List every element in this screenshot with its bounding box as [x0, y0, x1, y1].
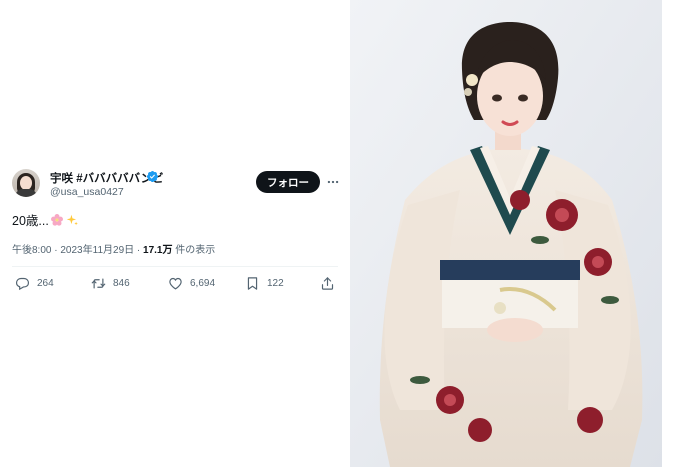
tweet-text: 20歳...: [12, 210, 79, 229]
divider: [12, 266, 338, 267]
reply-icon: [15, 277, 30, 291]
meta-separator-2: ·: [136, 245, 141, 256]
like-button[interactable]: 6,694: [168, 276, 215, 291]
reply-button[interactable]: 264: [15, 276, 54, 291]
kimono-portrait-image: [350, 0, 662, 467]
retweet-button[interactable]: 846: [91, 276, 130, 291]
share-button[interactable]: [320, 276, 335, 291]
views-count: 17.1万: [143, 245, 173, 256]
retweet-icon: [91, 278, 106, 289]
retweet-count: 846: [113, 278, 130, 289]
reply-count: 264: [37, 278, 54, 289]
share-icon: [321, 277, 334, 290]
handle[interactable]: @usa_usa0427: [50, 186, 124, 198]
avatar[interactable]: [12, 169, 40, 197]
cherry-blossom-icon: [50, 213, 63, 226]
verified-badge-icon: [146, 170, 159, 183]
like-icon: [169, 277, 182, 290]
action-bar: 264 846 6,694 122: [12, 276, 338, 294]
bookmark-button[interactable]: 122: [245, 276, 284, 291]
like-count: 6,694: [190, 278, 216, 289]
meta-separator: ·: [54, 245, 58, 256]
bookmark-icon: [247, 277, 258, 290]
views-label: 件の表示: [175, 245, 216, 256]
tweet-meta: 午後8:00 · 2023年11月29日 · 17.1万 件の表示: [12, 241, 215, 256]
bookmark-count: 122: [267, 278, 284, 289]
kimono-photo: [350, 0, 662, 467]
tweet-card: 宇咲 #バババババンビ @usa_usa0427 フォロー 20歳... 午後8…: [0, 0, 350, 467]
tweet-time[interactable]: 午後8:00: [12, 245, 51, 256]
more-icon[interactable]: [326, 175, 340, 189]
tweet-text-body: 20歳...: [12, 214, 49, 228]
follow-button[interactable]: フォロー: [256, 171, 320, 193]
tweet-date[interactable]: 2023年11月29日: [60, 245, 134, 256]
sparkles-icon: [66, 214, 78, 225]
